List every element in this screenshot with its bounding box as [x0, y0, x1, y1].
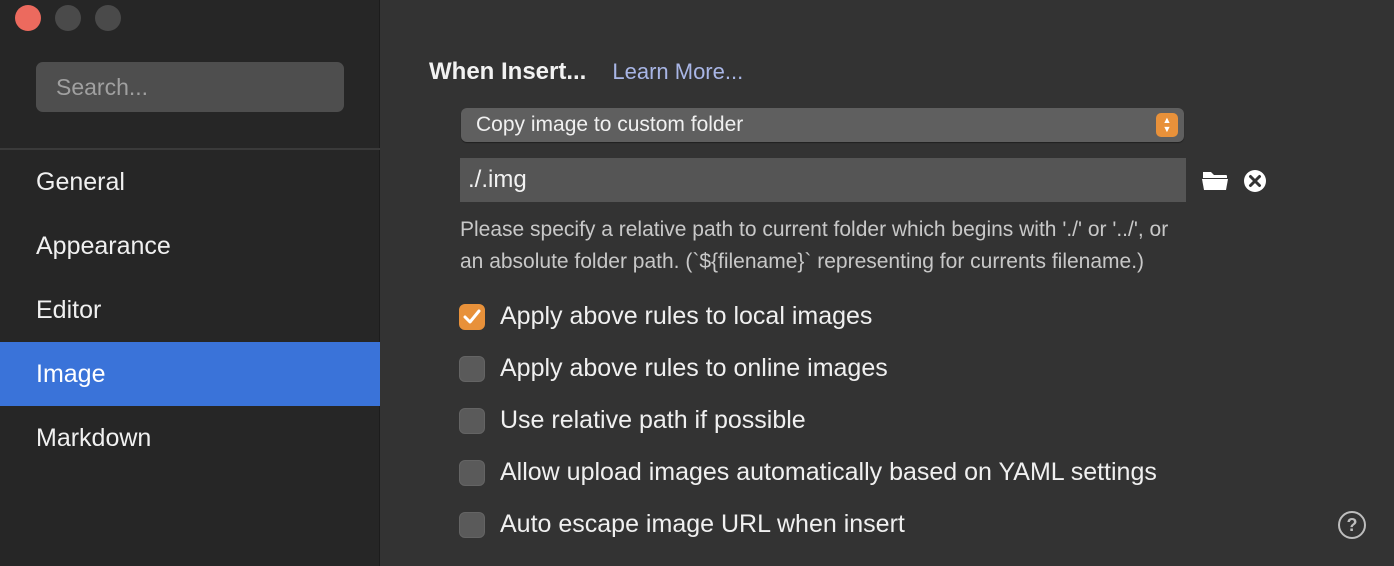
- sidebar: General Appearance Editor Image Markdown: [0, 0, 380, 566]
- checkbox-label: Auto escape image URL when insert: [500, 510, 905, 538]
- checkbox-unchecked[interactable]: [459, 355, 485, 382]
- help-icon[interactable]: ?: [1338, 511, 1366, 539]
- learn-more-link[interactable]: Learn More...: [612, 59, 743, 85]
- path-hint-line: Please specify a relative path to curren…: [460, 218, 1169, 241]
- folder-icon[interactable]: [1201, 168, 1229, 192]
- checkbox-label: Allow upload images automatically based …: [500, 458, 1157, 486]
- clear-icon[interactable]: [1243, 169, 1267, 193]
- local-images-checkbox[interactable]: Apply above rules to local images: [459, 302, 872, 331]
- sidebar-item-label: Editor: [36, 295, 102, 324]
- checkbox-label: Use relative path if possible: [500, 406, 806, 434]
- section-heading: When Insert...: [429, 58, 587, 85]
- search-box: [36, 62, 344, 112]
- sidebar-item-label: Markdown: [36, 423, 152, 452]
- zoom-window-button[interactable]: [95, 5, 121, 31]
- insert-action-value: Copy image to custom folder: [476, 113, 744, 136]
- minimize-window-button[interactable]: [55, 5, 81, 31]
- checkbox-unchecked[interactable]: [459, 459, 485, 486]
- checkbox-label: Apply above rules to online images: [500, 354, 888, 382]
- insert-action-select[interactable]: Copy image to custom folder ▲ ▼: [461, 108, 1184, 142]
- sidebar-item-general[interactable]: General: [0, 150, 380, 214]
- image-settings-panel: When Insert... Learn More... Copy image …: [381, 0, 1394, 566]
- checkbox-unchecked[interactable]: [459, 511, 485, 538]
- section-header: When Insert... Learn More...: [429, 58, 743, 86]
- auto-escape-url-checkbox[interactable]: Auto escape image URL when insert: [459, 510, 905, 539]
- sidebar-item-label: Appearance: [36, 231, 171, 260]
- sidebar-nav: General Appearance Editor Image Markdown: [0, 150, 380, 470]
- checkbox-unchecked[interactable]: [459, 407, 485, 434]
- path-hint-line: an absolute folder path. (`${filename}` …: [460, 250, 1145, 273]
- close-window-button[interactable]: [15, 5, 41, 31]
- online-images-checkbox[interactable]: Apply above rules to online images: [459, 354, 888, 383]
- search-input[interactable]: [56, 73, 344, 101]
- auto-upload-checkbox[interactable]: Allow upload images automatically based …: [459, 458, 1157, 487]
- checkmark-icon: [463, 309, 481, 323]
- sidebar-item-label: Image: [36, 359, 106, 388]
- relative-path-checkbox[interactable]: Use relative path if possible: [459, 406, 806, 435]
- sidebar-item-editor[interactable]: Editor: [0, 278, 380, 342]
- sidebar-item-label: General: [36, 167, 125, 196]
- folder-path-input[interactable]: [460, 158, 1186, 202]
- sidebar-item-image[interactable]: Image: [0, 342, 380, 406]
- sidebar-item-appearance[interactable]: Appearance: [0, 214, 380, 278]
- path-hint-text: Please specify a relative path to curren…: [460, 214, 1360, 278]
- checkbox-checked[interactable]: [459, 303, 485, 330]
- window-controls: [15, 5, 121, 31]
- checkbox-label: Apply above rules to local images: [500, 302, 873, 330]
- sidebar-item-markdown[interactable]: Markdown: [0, 406, 380, 470]
- updown-arrows-icon: ▲ ▼: [1156, 113, 1178, 137]
